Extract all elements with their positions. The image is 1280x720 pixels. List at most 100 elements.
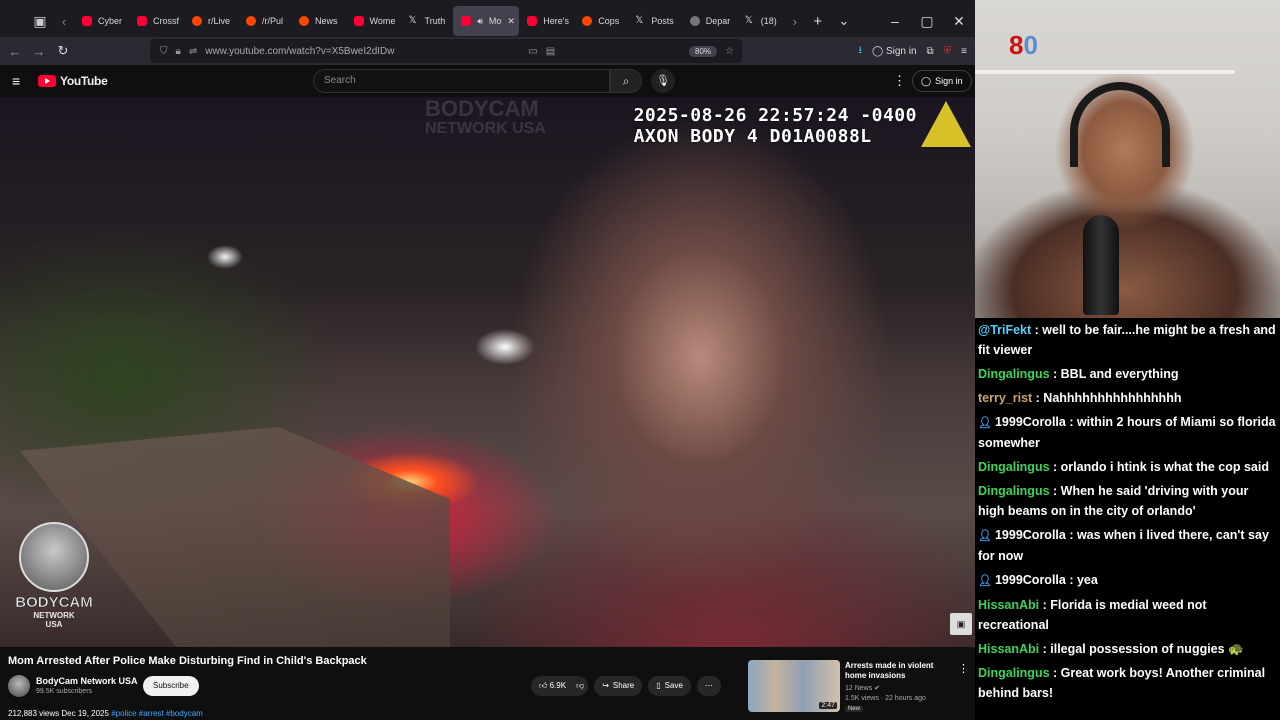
share-label: Share: [612, 681, 635, 690]
browser-tab[interactable]: Depar: [682, 6, 737, 36]
ublock-icon[interactable]: ⛨: [944, 46, 952, 57]
save-button[interactable]: ▯ Save: [648, 676, 691, 696]
chat-username[interactable]: HissanAbi: [978, 598, 1039, 612]
chat-username[interactable]: Dingalingus: [978, 367, 1050, 381]
account-button[interactable]: ◯ Sign in: [872, 46, 917, 57]
recommended-more-icon[interactable]: ⋮: [958, 662, 969, 675]
browser-tab[interactable]: Cyber: [74, 6, 129, 36]
tab-scroll-left-icon[interactable]: ‹: [54, 14, 74, 29]
microphone-icon[interactable]: 🎙︎: [651, 69, 675, 93]
new-badge: New: [845, 706, 864, 712]
stream-overlay: 80 @TriFekt : well to be fair....he migh…: [975, 0, 1280, 720]
chat-username[interactable]: Dingalingus: [978, 666, 1050, 680]
browser-tab[interactable]: r/Live: [184, 6, 238, 36]
recommended-video[interactable]: 2:47 Arrests made in violent home invasi…: [748, 660, 973, 718]
window-controls: – ▢ ✕: [879, 0, 975, 42]
search-icon[interactable]: ⌕: [610, 69, 642, 93]
browser-tab[interactable]: 𝕏 Posts: [627, 6, 682, 36]
browser-tab[interactable]: Cops: [574, 6, 627, 36]
tab-label: Wome: [369, 16, 396, 26]
bodycam-logo-icon: [19, 522, 89, 592]
stream-counter: 80: [1009, 30, 1038, 61]
dislike-icon[interactable]: 👎︎: [576, 676, 584, 696]
screenshot-icon[interactable]: ▤: [546, 46, 555, 57]
chat-message: 👤︎ 1999Corolla : was when i lived there, …: [978, 525, 1277, 566]
back-icon[interactable]: ←: [3, 44, 27, 59]
close-window-icon[interactable]: ✕: [943, 13, 975, 30]
tab-overview-icon[interactable]: ▣: [26, 7, 54, 35]
timestamp-line-2: AXON BODY 4 D01A0088L: [633, 126, 872, 147]
chat-username[interactable]: Dingalingus: [978, 460, 1050, 474]
chat-username[interactable]: 1999Corolla: [995, 415, 1066, 429]
chat-panel: @TriFekt : well to be fair....he might b…: [975, 318, 1280, 720]
browser-tab[interactable]: Crossf: [129, 6, 184, 36]
like-button[interactable]: 👍︎ 6.9K: [539, 676, 566, 696]
forward-icon[interactable]: →: [27, 44, 51, 59]
tab-label: Here's: [543, 16, 569, 26]
chat-username[interactable]: 1999Corolla: [995, 573, 1066, 587]
more-actions-icon[interactable]: ⋯: [696, 676, 721, 696]
tab-label: /r/Pul: [262, 16, 284, 26]
tab-label: Cyber: [98, 16, 123, 26]
tab-label: News: [315, 16, 338, 26]
more-options-icon[interactable]: ⋮: [893, 73, 906, 89]
browser-tab[interactable]: Wome: [346, 6, 401, 36]
subscribe-button[interactable]: Subscribe: [143, 676, 199, 696]
channel-watermark-icon[interactable]: ▣: [950, 613, 972, 635]
browser-window: ▣ ‹ Cyber Crossf r/Live/r/Pul News Wome 𝕏 Trut…: [0, 0, 975, 720]
url-bar[interactable]: ⛉ 🔒︎ ⇌ www.youtube.com/watch?v=X5BweI2dI…: [150, 39, 742, 63]
reload-icon[interactable]: ↻: [51, 43, 75, 59]
recommended-channel[interactable]: 12 News ✔: [845, 684, 880, 692]
audio-playing-icon[interactable]: 🔊︎: [477, 16, 483, 27]
browser-tab[interactable]: News: [291, 6, 346, 36]
youtube-logo[interactable]: YouTube: [38, 74, 108, 88]
user-icon: ◯: [921, 76, 932, 86]
browser-tab[interactable]: 𝕏 (18): [737, 6, 785, 36]
recommended-title[interactable]: Arrests made in violent home invasions: [845, 661, 955, 681]
youtube-sign-in-button[interactable]: ◯ Sign in: [912, 70, 972, 92]
chat-username[interactable]: 1999Corolla: [995, 528, 1066, 542]
browser-tab[interactable]: 𝕏 Truth: [401, 6, 454, 36]
zoom-level[interactable]: 80%: [689, 45, 718, 57]
recommended-thumbnail[interactable]: 2:47: [748, 660, 840, 712]
chat-username[interactable]: @TriFekt: [978, 323, 1031, 337]
chat-message: HissanAbi : illegal possession of nuggie…: [978, 639, 1277, 659]
share-button[interactable]: ↪ Share: [594, 676, 643, 696]
chat-message: Dingalingus : orlando i htink is what th…: [978, 457, 1277, 477]
download-icon[interactable]: ⭳: [858, 43, 862, 60]
x-logo-icon: 𝕏: [744, 15, 753, 26]
close-tab-icon[interactable]: ✕: [507, 16, 515, 27]
browser-tab[interactable]: Here's: [519, 6, 574, 36]
lock-icon[interactable]: 🔒︎: [176, 46, 181, 57]
verified-icon: ✔: [874, 685, 881, 692]
bookmark-star-icon[interactable]: ☆: [725, 46, 734, 57]
menu-icon[interactable]: ≡: [961, 46, 967, 57]
permissions-icon[interactable]: ⇌: [189, 46, 197, 57]
user-badge-icon: 👤︎: [978, 530, 992, 542]
url-text[interactable]: www.youtube.com/watch?v=X5BweI2dIDw: [205, 46, 394, 57]
channel-name[interactable]: BodyCam Network USA: [36, 676, 138, 686]
hamburger-menu-icon[interactable]: ≡: [12, 73, 30, 89]
video-tags[interactable]: #police #arrest #bodycam: [111, 709, 203, 718]
tab-scroll-right-icon[interactable]: ›: [785, 14, 805, 29]
extensions-icon[interactable]: ⧉: [927, 46, 934, 57]
browser-tab[interactable]: 🔊︎ Mo ✕: [453, 6, 520, 36]
counter-prefix: 8: [1009, 30, 1024, 60]
channel-avatar[interactable]: [8, 675, 30, 697]
chat-username[interactable]: terry_rist: [978, 391, 1032, 405]
shield-icon[interactable]: ⛉: [160, 46, 168, 57]
video-player[interactable]: BODYCAM NETWORK USA 2025-08-26 22:57:24 …: [0, 97, 975, 647]
chat-username[interactable]: HissanAbi: [978, 642, 1039, 656]
browser-tab[interactable]: /r/Pul: [238, 6, 291, 36]
new-tab-icon[interactable]: +: [805, 13, 831, 30]
video-meta: 212,883 views Dec 19, 2025 #police #arre…: [8, 709, 203, 718]
minimize-icon[interactable]: –: [879, 13, 911, 29]
chat-username[interactable]: Dingalingus: [978, 484, 1050, 498]
video-title: Mom Arrested After Police Make Disturbin…: [8, 655, 367, 667]
search-input[interactable]: Search: [313, 69, 610, 93]
reader-view-icon[interactable]: ▭: [528, 46, 537, 57]
chat-text: : illegal possession of nuggies 🐢: [1039, 642, 1244, 656]
maximize-icon[interactable]: ▢: [911, 13, 943, 30]
tab-list-icon[interactable]: ⌄: [831, 13, 857, 29]
watermark-line-2: NETWORK USA: [425, 120, 546, 137]
